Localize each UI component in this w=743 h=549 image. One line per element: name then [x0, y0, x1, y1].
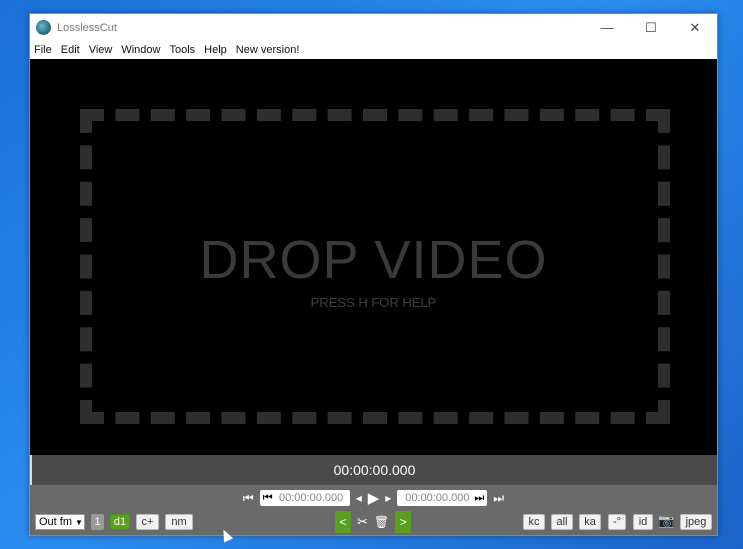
video-drop-area[interactable]: DROP VIDEO PRESS H FOR HELP [30, 59, 717, 455]
segment-number-badge[interactable]: 1 [91, 514, 104, 530]
jump-start-icon[interactable]: ⏮ [243, 491, 254, 506]
menu-new-version[interactable]: New version! [236, 44, 300, 56]
segment-actions: < ✂ 🗑 > [335, 511, 412, 533]
playback-row: ⏮ ⏮ 00:00:00.000 ◂ ▶ ▸ 00:00:00.000 ⏭ ⏭ [30, 488, 717, 508]
maximize-button[interactable]: ☐ [629, 14, 673, 41]
menu-tools[interactable]: Tools [169, 44, 195, 56]
id-button[interactable]: id [633, 514, 653, 530]
minimize-button[interactable]: — [585, 14, 629, 41]
output-format-select[interactable]: Out fm ▼ [35, 514, 85, 530]
title-bar[interactable]: LosslessCut — ☐ ✕ [30, 14, 717, 41]
set-cut-end-icon[interactable]: ⏭ [474, 492, 484, 505]
menu-edit[interactable]: Edit [61, 44, 80, 56]
timeline-bar[interactable]: 00:00:00.000 [30, 455, 717, 485]
scissors-icon[interactable]: ✂ [357, 514, 368, 530]
menu-file[interactable]: File [34, 44, 52, 56]
set-cut-start-icon[interactable]: ⏮ [263, 492, 273, 505]
app-logo-icon [36, 20, 51, 35]
jpeg-button[interactable]: jpeg [680, 514, 712, 530]
next-segment-button[interactable]: > [395, 511, 412, 533]
play-icon[interactable]: ▶ [368, 489, 380, 507]
drop-video-title: DROP VIDEO [199, 230, 548, 290]
app-window: LosslessCut — ☐ ✕ File Edit View Window … [29, 13, 718, 543]
menu-window[interactable]: Window [121, 44, 160, 56]
window-title: LosslessCut [57, 21, 117, 34]
help-hint: PRESS H FOR HELP [310, 295, 437, 310]
menu-help[interactable]: Help [204, 44, 227, 56]
cut-end-value: 00:00:00.000 [405, 492, 470, 504]
controls-panel: ⏮ ⏮ 00:00:00.000 ◂ ▶ ▸ 00:00:00.000 ⏭ ⏭ … [30, 485, 717, 543]
cut-start-field[interactable]: ⏮ 00:00:00.000 [259, 490, 350, 506]
close-button[interactable]: ✕ [673, 14, 717, 41]
options-row: Out fm ▼ 1 d1 c+ nm < ✂ 🗑 > kc all ka -°… [30, 511, 717, 533]
menu-bar: File Edit View Window Tools Help New ver… [30, 41, 717, 59]
chevron-down-icon: ▼ [75, 517, 83, 527]
output-format-value: Out fm [39, 516, 73, 528]
rotation-button[interactable]: -° [608, 514, 626, 530]
step-forward-icon[interactable]: ▸ [385, 491, 391, 505]
current-time-display: 00:00:00.000 [333, 462, 416, 478]
window-controls: — ☐ ✕ [585, 14, 717, 41]
cut-end-field[interactable]: 00:00:00.000 ⏭ [397, 490, 488, 506]
all-button[interactable]: all [551, 514, 573, 530]
nm-button[interactable]: nm [165, 514, 193, 530]
prev-segment-button[interactable]: < [335, 511, 351, 533]
kc-button[interactable]: kc [523, 514, 545, 530]
cut-start-value: 00:00:00.000 [279, 492, 344, 504]
c-plus-button[interactable]: c+ [136, 514, 159, 530]
camera-icon[interactable]: 📷 [658, 513, 674, 529]
trash-icon[interactable]: 🗑 [374, 515, 389, 529]
step-back-icon[interactable]: ◂ [356, 491, 362, 505]
jump-end-icon[interactable]: ⏭ [493, 491, 504, 506]
menu-view[interactable]: View [89, 44, 113, 56]
ka-button[interactable]: ka [579, 514, 601, 530]
d1-button[interactable]: d1 [110, 514, 130, 530]
